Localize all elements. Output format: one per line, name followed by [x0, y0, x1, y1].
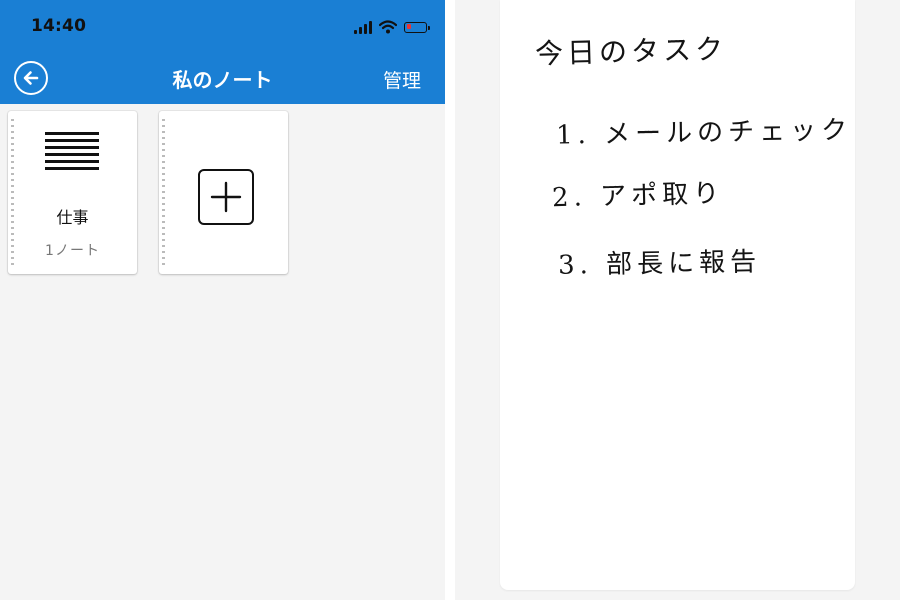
wifi-icon: [379, 20, 397, 34]
status-time: 14:40: [31, 16, 87, 36]
notebook-note-count: 1ノート: [45, 243, 100, 259]
notebook-list-screen: 14:40 私のノート 管理 仕事 1ノート: [0, 0, 445, 600]
battery-low-icon: [404, 21, 430, 33]
lines-icon: [45, 132, 99, 174]
plus-icon: [198, 169, 254, 225]
battery-level-fill: [406, 24, 411, 29]
note-page[interactable]: [500, 0, 855, 590]
handwritten-task: 2. アポ取り: [551, 178, 725, 214]
handwritten-title: 今日のタスク: [534, 32, 728, 71]
status-icons: [354, 17, 430, 37]
notebook-name: 仕事: [56, 208, 89, 227]
notebook-card-work[interactable]: 仕事 1ノート: [8, 111, 137, 274]
page-title: 私のノート: [172, 68, 273, 92]
manage-button[interactable]: 管理: [383, 66, 421, 93]
add-notebook-button[interactable]: [159, 111, 288, 274]
panel-divider: [445, 0, 455, 600]
handwritten-task: 3. 部長に報告: [557, 247, 762, 281]
app-header: 14:40 私のノート 管理: [0, 0, 445, 104]
handwritten-task: 1. メールのチェック: [555, 115, 853, 151]
signal-icon: [354, 20, 372, 34]
